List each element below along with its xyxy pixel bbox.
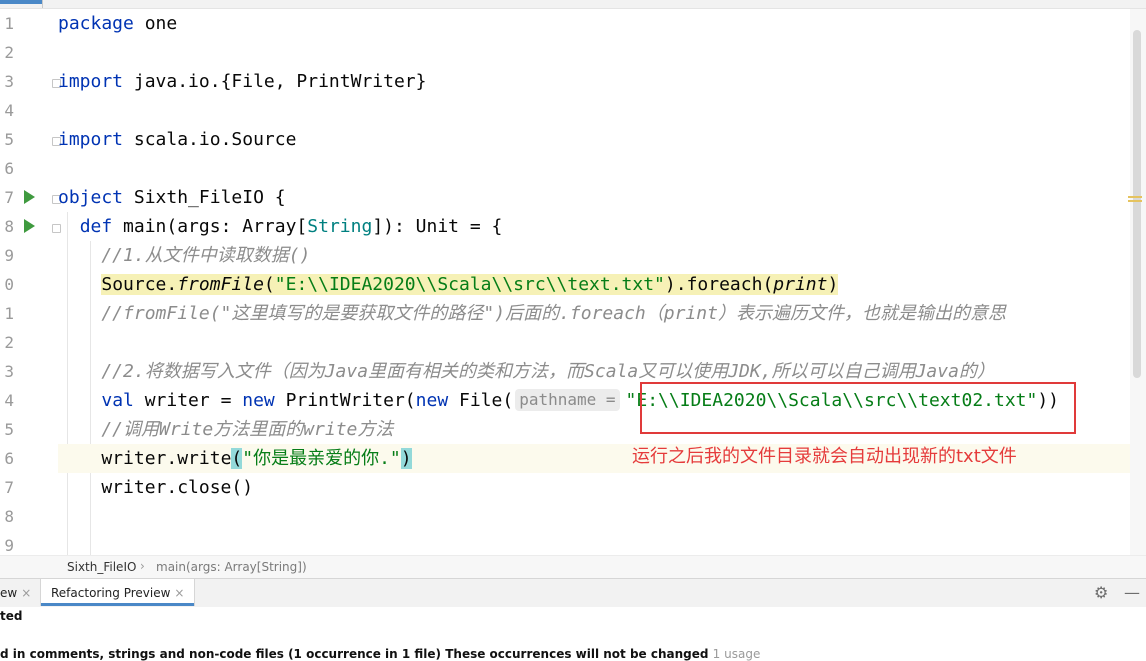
line-number: 8 [4, 507, 14, 526]
line-number: 7 [4, 188, 14, 207]
line-number: 3 [4, 362, 14, 381]
line-number: 9 [4, 246, 14, 265]
method-name: print [773, 274, 828, 295]
code-line: package one [58, 9, 1130, 38]
code-text: ).foreach( [664, 274, 774, 295]
keyword: val [101, 390, 134, 411]
keyword: object [58, 187, 124, 208]
keyword: new [242, 390, 275, 411]
keyword: import [58, 129, 124, 150]
code-text: java.io.{File, PrintWriter} [123, 71, 427, 92]
keyword: import [58, 71, 124, 92]
code-text: Source. [101, 274, 178, 295]
string-literal: "E:\\IDEA2020\\Scala\\src\\text.txt" [274, 274, 665, 295]
tool-window-tabs: ew × Refactoring Preview × ⚙ — [0, 578, 1146, 608]
code-text: ]): Unit = { [372, 216, 503, 237]
code-text: scala.io.Source [123, 129, 297, 150]
line-number: 6 [4, 159, 14, 178]
preview-text: d in comments, strings and non-code file… [0, 647, 709, 661]
breadcrumb-method[interactable]: main(args: Array[String]) [156, 560, 307, 574]
matched-paren: ) [400, 448, 412, 469]
line-number: 8 [4, 217, 14, 236]
code-text: File( [448, 390, 514, 411]
hide-icon[interactable]: — [1124, 583, 1140, 602]
code-line: writer.close() [58, 477, 254, 498]
gear-icon[interactable]: ⚙ [1094, 583, 1108, 602]
method-name: fromFile [177, 274, 264, 295]
refactoring-preview-panel: ted d in comments, strings and non-code … [0, 607, 1146, 661]
line-number: 4 [4, 391, 14, 410]
line-number: 0 [4, 275, 14, 294]
comment-line: //1.从文件中读取数据() [58, 245, 311, 266]
preview-node[interactable]: d in comments, strings and non-code file… [0, 647, 760, 661]
close-icon[interactable]: × [21, 586, 31, 600]
breadcrumb: Sixth_FileIO › main(args: Array[String]) [0, 555, 1146, 579]
line-number: 6 [4, 449, 14, 468]
warning-marker[interactable] [1128, 196, 1142, 198]
code-text: PrintWriter( [274, 390, 416, 411]
line-number: 2 [4, 43, 14, 62]
tab-label: Refactoring Preview [51, 586, 171, 600]
line-number: 2 [4, 333, 14, 352]
vertical-scrollbar-thumb[interactable] [1133, 30, 1141, 378]
code-line: import java.io.{File, PrintWriter} [58, 67, 1130, 96]
line-number: 1 [4, 304, 14, 323]
code-text: writer.write [101, 448, 232, 469]
breadcrumb-class[interactable]: Sixth_FileIO [67, 560, 136, 574]
editor-tab-strip [0, 0, 1146, 9]
code-text: ) [827, 274, 839, 295]
code-line: object Sixth_FileIO { [58, 183, 1130, 212]
close-icon[interactable]: × [174, 586, 184, 600]
comment-line: //fromFile("这里填写的是要获取文件的路径")后面的.foreach（… [58, 303, 1006, 324]
line-number: 7 [4, 478, 14, 497]
run-object-icon[interactable] [24, 190, 35, 204]
matched-paren: ( [231, 448, 243, 469]
tab-previous[interactable]: ew × [0, 579, 37, 607]
line-number: 3 [4, 72, 14, 91]
code-text: Sixth_FileIO { [123, 187, 286, 208]
keyword: package [58, 13, 134, 34]
annotation-text: 运行之后我的文件目录就会自动出现新的txt文件 [632, 446, 1017, 467]
keyword: def [79, 216, 113, 237]
code-editor[interactable]: package one import java.io.{File, PrintW… [58, 9, 1130, 555]
run-main-icon[interactable] [24, 219, 35, 233]
string-literal: "你是最亲爱的你." [242, 448, 401, 469]
keyword: new [415, 390, 449, 411]
highlighted-statement: Source.fromFile("E:\\IDEA2020\\Scala\\sr… [101, 274, 839, 295]
type-name: String [307, 216, 373, 237]
breadcrumb-separator: › [140, 559, 145, 573]
code-line: def main(args: Array[String]): Unit = { [58, 212, 1130, 241]
code-line: Source.fromFile("E:\\IDEA2020\\Scala\\sr… [58, 270, 1130, 299]
tab-refactoring-preview[interactable]: Refactoring Preview × [40, 579, 196, 606]
code-text: main(args: Array[ [112, 216, 308, 237]
line-number: 5 [4, 130, 14, 149]
code-line: import scala.io.Source [58, 125, 1130, 154]
parameter-hint: pathname = [515, 389, 620, 411]
highlight-box [640, 382, 1076, 434]
preview-node[interactable]: ted [0, 609, 22, 623]
code-text: ( [263, 274, 275, 295]
warning-marker[interactable] [1128, 200, 1142, 202]
active-tab-indicator [0, 0, 42, 4]
line-number: 5 [4, 420, 14, 439]
line-number: 4 [4, 101, 14, 120]
line-number: 1 [4, 14, 14, 33]
code-text: writer = [133, 390, 243, 411]
code-text: one [133, 13, 178, 34]
tab-divider [42, 0, 43, 8]
tab-label: ew [0, 586, 18, 600]
usage-count: 1 usage [712, 647, 761, 661]
line-gutter: 1 2 3 4 5 6 7 8 9 0 1 2 3 4 5 6 7 8 9 [0, 9, 61, 555]
